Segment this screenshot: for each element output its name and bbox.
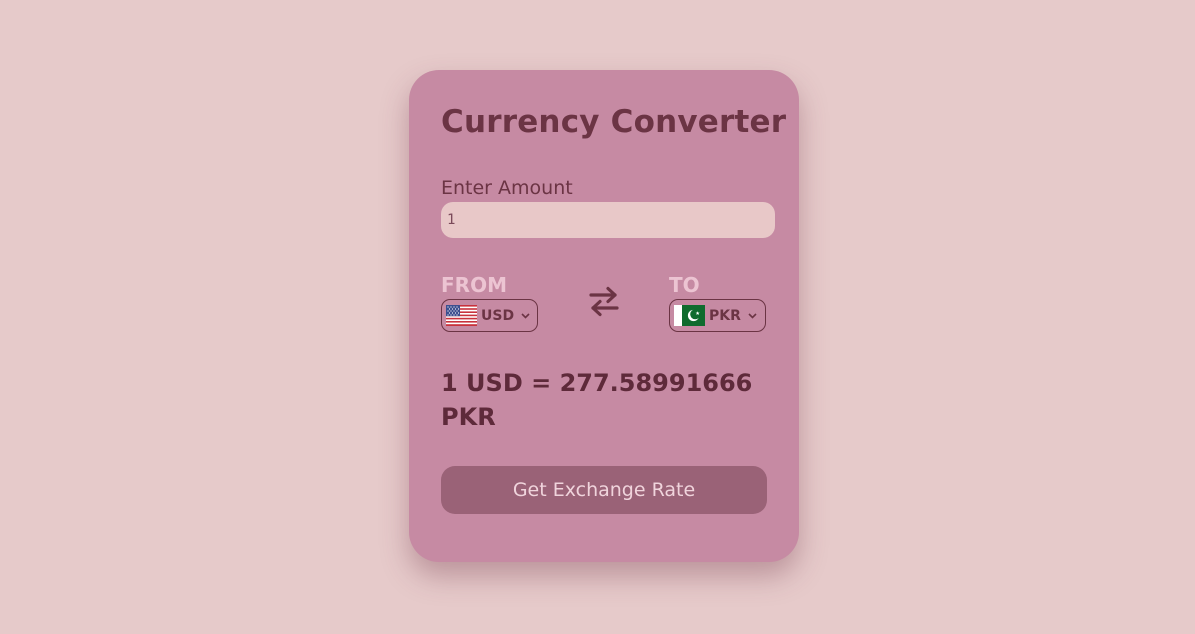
from-currency-select[interactable]: USD [441, 299, 538, 332]
amount-input[interactable] [441, 202, 775, 238]
from-currency-code: USD [481, 307, 515, 324]
page-title: Currency Converter [441, 104, 787, 140]
chevron-down-icon [748, 312, 757, 319]
pk-flag-icon [674, 305, 705, 326]
us-flag-icon [446, 305, 477, 326]
converter-card: Currency Converter Enter Amount FROM USD [409, 70, 799, 562]
exchange-result: 1 USD = 277.58991666 PKR [441, 369, 753, 431]
to-label: TO [669, 273, 700, 297]
swap-arrows-icon[interactable] [587, 284, 621, 318]
chevron-down-icon [521, 312, 530, 319]
to-currency-code: PKR [709, 307, 741, 324]
get-exchange-rate-button[interactable]: Get Exchange Rate [441, 466, 767, 514]
to-currency-select[interactable]: PKR [669, 299, 766, 332]
from-label: FROM [441, 273, 507, 297]
amount-label: Enter Amount [441, 177, 573, 199]
